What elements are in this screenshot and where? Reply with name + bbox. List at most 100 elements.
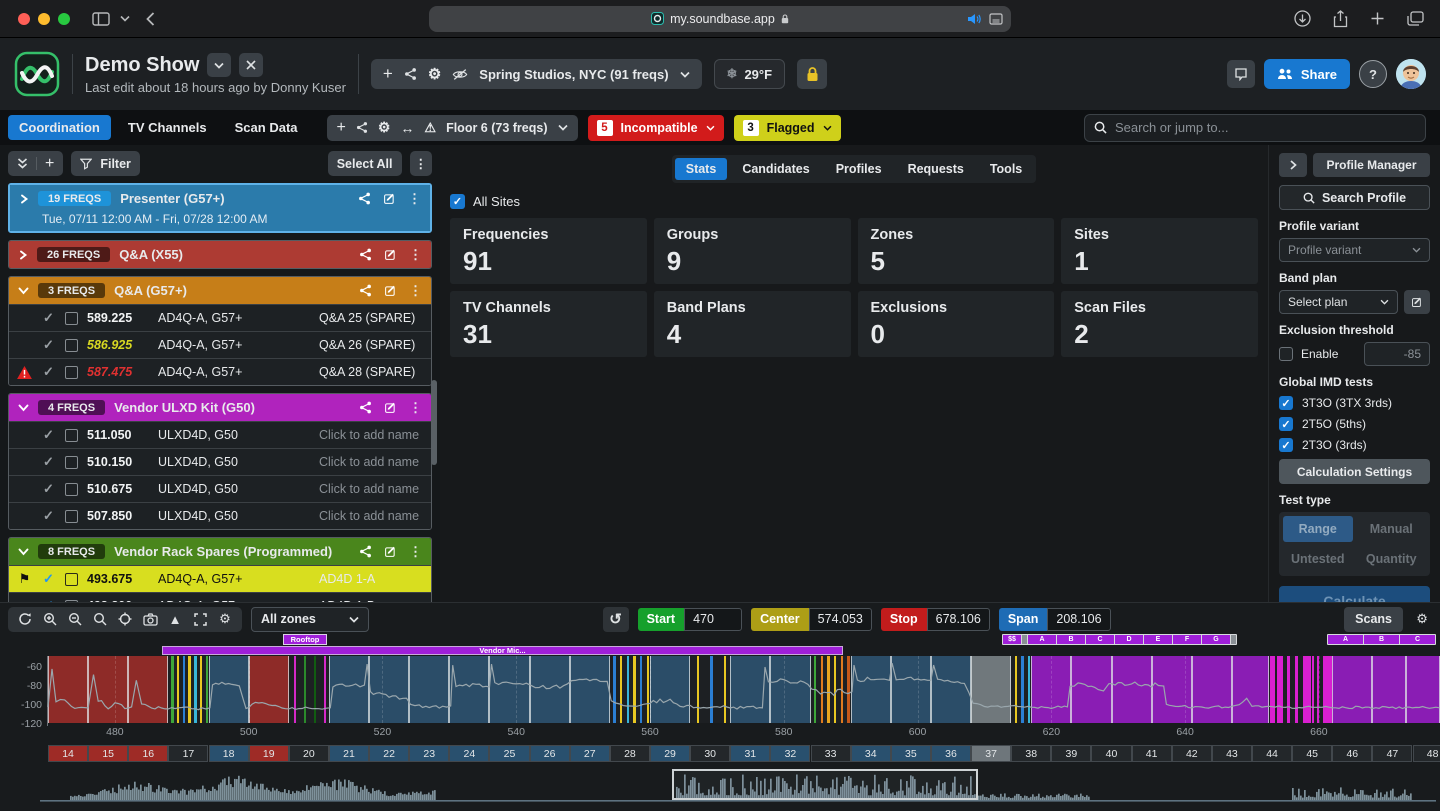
tab-candidates[interactable]: Candidates bbox=[731, 158, 820, 180]
lock-coordination-button[interactable] bbox=[797, 59, 827, 89]
tab-requests[interactable]: Requests bbox=[897, 158, 975, 180]
tv-channel-block[interactable] bbox=[369, 656, 409, 723]
imd-checkbox[interactable]: ✓ bbox=[1279, 417, 1293, 431]
chevron-right-icon[interactable] bbox=[18, 250, 28, 260]
profile-variant-select[interactable]: Profile variant bbox=[1279, 238, 1430, 262]
tv-channel-number[interactable]: 18 bbox=[209, 745, 249, 762]
tv-channel-block[interactable] bbox=[449, 656, 489, 723]
close-window-button[interactable] bbox=[18, 13, 30, 25]
weather-widget[interactable]: ❄ 29°F bbox=[714, 59, 786, 89]
band-plan-cell[interactable]: B bbox=[1364, 635, 1399, 644]
tv-channel-number[interactable]: 30 bbox=[690, 745, 730, 762]
reader-mode-icon[interactable] bbox=[989, 13, 1003, 25]
band-plan-cell[interactable]: F bbox=[1173, 635, 1201, 644]
tv-channel-block[interactable] bbox=[570, 656, 610, 723]
group-header[interactable]: 8 FREQS Vendor Rack Spares (Programmed) … bbox=[9, 538, 431, 565]
tab-tools[interactable]: Tools bbox=[979, 158, 1033, 180]
collapse-expand-add-group[interactable]: + bbox=[8, 151, 63, 176]
band-plan-cell[interactable]: A bbox=[1028, 635, 1056, 644]
tv-channel-number[interactable]: 44 bbox=[1252, 745, 1292, 762]
imd-test-row[interactable]: ✓3T3O (3TX 3rds) bbox=[1279, 396, 1430, 410]
site-selector[interactable]: + ⚙ Spring Studios, NYC (91 freqs) bbox=[371, 59, 702, 89]
chevron-down-icon[interactable] bbox=[18, 287, 29, 295]
tv-channel-block[interactable] bbox=[209, 656, 249, 723]
collapse-panel-button[interactable] bbox=[1279, 153, 1307, 177]
tv-channel-number[interactable]: 23 bbox=[409, 745, 449, 762]
frequency-row[interactable]: ✓ 493.200 AD4Q-A, G57+ AD4D 1-B bbox=[9, 592, 431, 602]
edit-band-plan-button[interactable] bbox=[1404, 290, 1430, 314]
start-frequency-field[interactable]: Start 470 bbox=[638, 608, 742, 631]
group-header[interactable]: 26 FREQS Q&A (X55) ⋮ bbox=[9, 241, 431, 268]
new-tab-icon[interactable] bbox=[1370, 11, 1385, 26]
share-zone-icon[interactable] bbox=[356, 121, 368, 134]
search-profile-button[interactable]: Search Profile bbox=[1279, 185, 1430, 210]
scans-button[interactable]: Scans bbox=[1344, 607, 1403, 632]
tv-channel-number[interactable]: 24 bbox=[449, 745, 489, 762]
tv-channel-number[interactable]: 15 bbox=[88, 745, 128, 762]
share-site-icon[interactable] bbox=[404, 67, 417, 81]
tv-channel-number[interactable]: 37 bbox=[971, 745, 1011, 762]
test-type-manual[interactable]: Manual bbox=[1357, 516, 1427, 542]
refresh-icon[interactable] bbox=[15, 609, 35, 629]
incompatible-alert-button[interactable]: 5 Incompatible bbox=[588, 115, 724, 141]
band-plan-cell[interactable]: G bbox=[1202, 635, 1230, 644]
share-group-icon[interactable] bbox=[359, 401, 372, 414]
edit-group-icon[interactable] bbox=[384, 545, 397, 558]
test-type-quantity[interactable]: Quantity bbox=[1357, 546, 1427, 572]
zoom-in-icon[interactable] bbox=[40, 609, 60, 629]
tv-channel-number[interactable]: 41 bbox=[1132, 745, 1172, 762]
imd-checkbox[interactable]: ✓ bbox=[1279, 396, 1293, 410]
channel-name[interactable]: Q&A 25 (SPARE) bbox=[319, 311, 415, 325]
share-group-icon[interactable] bbox=[358, 192, 371, 205]
group-menu-icon[interactable]: ⋮ bbox=[409, 247, 422, 263]
tv-channel-block[interactable] bbox=[1071, 656, 1111, 723]
tv-channel-number[interactable]: 45 bbox=[1292, 745, 1332, 762]
search-input[interactable]: Search or jump to... bbox=[1084, 114, 1426, 142]
imd-test-row[interactable]: ✓2T5O (5ths) bbox=[1279, 417, 1430, 431]
marker-segment[interactable] bbox=[811, 656, 851, 723]
chevron-down-icon[interactable] bbox=[18, 548, 29, 556]
tv-channel-block[interactable] bbox=[1406, 656, 1440, 723]
flagged-alert-button[interactable]: 3 Flagged bbox=[734, 115, 841, 141]
tv-channel-block[interactable] bbox=[249, 656, 289, 723]
spectrum-settings-icon[interactable]: ⚙ bbox=[215, 609, 235, 629]
tv-channel-block[interactable] bbox=[48, 656, 88, 723]
row-checkbox[interactable] bbox=[65, 429, 78, 442]
add-zone-icon[interactable]: + bbox=[337, 119, 346, 137]
edit-group-icon[interactable] bbox=[384, 248, 397, 261]
collapse-all-icon[interactable] bbox=[17, 158, 28, 169]
group-menu-icon[interactable]: ⋮ bbox=[409, 283, 422, 299]
tv-channel-block[interactable] bbox=[329, 656, 369, 723]
tv-channel-number[interactable]: 28 bbox=[610, 745, 650, 762]
site-settings-icon[interactable]: ⚙ bbox=[428, 65, 441, 83]
tv-channel-number[interactable]: 14 bbox=[48, 745, 88, 762]
history-button[interactable]: ↺ bbox=[603, 607, 629, 632]
band-plan-cell[interactable]: D bbox=[1115, 635, 1143, 644]
downloads-icon[interactable] bbox=[1294, 10, 1311, 27]
audio-playing-icon[interactable] bbox=[967, 13, 981, 25]
tv-channel-number[interactable]: 20 bbox=[289, 745, 329, 762]
tv-channel-number[interactable]: 29 bbox=[650, 745, 690, 762]
band-plan-markers-right[interactable]: ABC bbox=[1327, 634, 1436, 645]
tv-channel-number[interactable]: 39 bbox=[1051, 745, 1091, 762]
tv-channel-number[interactable]: 21 bbox=[329, 745, 369, 762]
marker-segment[interactable] bbox=[168, 656, 208, 723]
close-show-button[interactable] bbox=[239, 53, 263, 77]
help-button[interactable]: ? bbox=[1359, 60, 1387, 88]
channel-name[interactable]: Click to add name bbox=[319, 428, 419, 442]
nav-tab-coordination[interactable]: Coordination bbox=[8, 115, 111, 140]
row-checkbox[interactable] bbox=[65, 339, 78, 352]
tv-channel-block[interactable] bbox=[128, 656, 168, 723]
tv-channel-block[interactable] bbox=[1332, 656, 1372, 723]
group-menu-icon[interactable]: ⋮ bbox=[409, 544, 422, 560]
all-sites-checkbox[interactable]: ✓ bbox=[450, 194, 465, 209]
band-plan-cell[interactable]: B bbox=[1057, 635, 1085, 644]
channel-name[interactable]: Click to add name bbox=[319, 455, 419, 469]
tv-channel-number[interactable]: 35 bbox=[891, 745, 931, 762]
threshold-input[interactable]: -85 bbox=[1364, 342, 1430, 366]
share-group-icon[interactable] bbox=[359, 545, 372, 558]
zone-settings-icon[interactable]: ⚙ bbox=[378, 119, 391, 136]
marker-segment[interactable] bbox=[1269, 656, 1333, 723]
tv-channel-number[interactable]: 31 bbox=[730, 745, 770, 762]
url-bar[interactable]: my.soundbase.app bbox=[429, 6, 1011, 32]
